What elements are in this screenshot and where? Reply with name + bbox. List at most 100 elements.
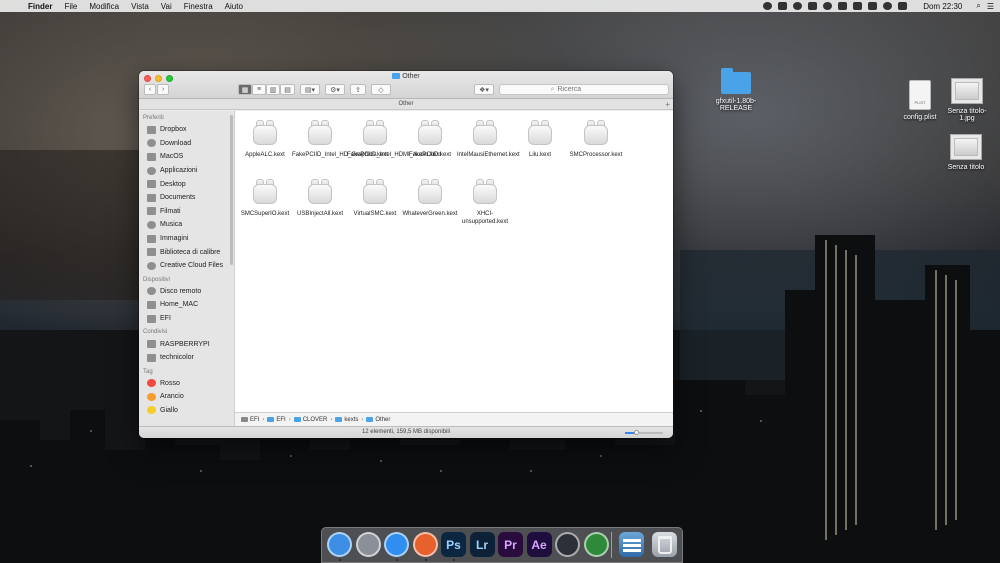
file-item[interactable]: FakePCIID.kext <box>402 119 458 159</box>
slider-knob[interactable] <box>634 430 640 435</box>
sidebar-item-applicazioni[interactable]: Applicazioni <box>139 164 234 178</box>
sidebar-item-technicolor[interactable]: technicolor <box>139 351 234 365</box>
sidebar-item-disco-remoto[interactable]: Disco remoto <box>139 285 234 299</box>
sidebar-item-desktop[interactable]: Desktop <box>139 177 234 191</box>
sidebar-item-tag-giallo[interactable]: Giallo <box>139 404 234 418</box>
forward-button[interactable]: › <box>157 84 169 95</box>
sidebar-item-raspberrypi[interactable]: RASPBERRYPI <box>139 337 234 351</box>
vpn-icon[interactable] <box>838 2 848 10</box>
davinci-resolve-icon[interactable] <box>555 532 580 557</box>
file-item[interactable]: SMCProcessor.kext <box>568 119 624 159</box>
premiere-icon[interactable]: Pr <box>498 532 523 557</box>
file-item[interactable]: Lilu.kext <box>512 119 568 159</box>
dropbox-icon[interactable] <box>808 2 818 10</box>
menu-finestra[interactable]: Finestra <box>184 2 213 11</box>
launchpad-icon[interactable] <box>355 532 381 557</box>
sidebar-item-macos[interactable]: MacOS <box>139 150 234 164</box>
wifi-icon[interactable] <box>883 2 893 10</box>
path-crumb-kexts[interactable]: kexts <box>335 417 358 423</box>
sidebar-item-dropbox[interactable]: Dropbox <box>139 123 234 137</box>
tag-yellow-icon <box>147 406 156 415</box>
desktop-file-senza-titolo-1[interactable]: Senza titolo-1.jpg <box>940 78 994 122</box>
desktop-icon-label: Senza titolo-1.jpg <box>947 108 987 122</box>
action-gear-button[interactable]: ⚙▾ <box>325 84 345 95</box>
icon-view-button[interactable]: ▦ <box>238 84 252 95</box>
file-item[interactable]: FakePCIID_Intel_HDMI_Audio.kext <box>347 119 441 159</box>
sidebar-item-filmati[interactable]: Filmati <box>139 205 234 219</box>
desktop-file-senza-titolo[interactable]: Senza titolo <box>942 134 990 171</box>
icon-size-slider[interactable] <box>625 430 663 435</box>
file-grid: AppleALC.kext FakePCIID_Intel_HD_Graphic… <box>235 111 673 412</box>
tag-button[interactable]: ◇ <box>371 84 391 95</box>
sidebar-item-home-mac[interactable]: Home_MAC <box>139 298 234 312</box>
safari-icon[interactable] <box>384 532 409 557</box>
keyboard-icon[interactable] <box>853 2 863 10</box>
file-item[interactable]: WhateverGreen.kext <box>402 178 458 218</box>
file-item[interactable]: VirtualSMC.kext <box>347 178 403 218</box>
group-by-button[interactable]: ▤▾ <box>300 84 320 95</box>
new-tab-button[interactable]: + <box>665 99 670 110</box>
sidebar-item-calibre[interactable]: Biblioteca di calibre <box>139 245 234 259</box>
sidebar-item-immagini[interactable]: Immagini <box>139 232 234 246</box>
kext-bundle-icon <box>470 178 500 204</box>
list-view-button[interactable]: ≡ <box>252 84 266 95</box>
time-machine-icon[interactable] <box>823 2 833 10</box>
app-green-icon[interactable] <box>583 532 609 557</box>
lightroom-icon[interactable]: Lr <box>469 532 495 557</box>
after-effects-icon[interactable]: Ae <box>526 532 552 557</box>
applications-icon <box>147 166 156 175</box>
sidebar-item-creative-cloud[interactable]: Creative Cloud Files <box>139 259 234 273</box>
finder-icon[interactable] <box>327 532 352 557</box>
back-button[interactable]: ‹ <box>144 84 156 95</box>
sidebar-item-download[interactable]: Download <box>139 137 234 151</box>
tab-other[interactable]: Other <box>398 101 413 107</box>
firefox-icon[interactable] <box>412 532 438 557</box>
file-item[interactable]: SMCSuperIO.kext <box>237 178 293 218</box>
desktop-folder-gfxutil[interactable]: gfxutil-1.80b-RELEASE <box>708 68 764 112</box>
menu-vai[interactable]: Vai <box>161 2 172 11</box>
downloads-stack-icon[interactable] <box>619 532 644 557</box>
menu-aiuto[interactable]: Aiuto <box>225 2 243 11</box>
kext-bundle-icon <box>525 119 555 145</box>
creative-cloud-icon[interactable] <box>793 2 803 10</box>
battery-icon[interactable] <box>778 2 788 10</box>
chevron-right-icon: › <box>262 416 265 423</box>
path-crumb-other[interactable]: Other <box>366 417 390 423</box>
sidebar-scrollbar[interactable] <box>230 115 233 265</box>
sidebar-item-tag-arancio[interactable]: Arancio <box>139 390 234 404</box>
path-crumb-efi-folder[interactable]: EFI <box>267 417 286 423</box>
sidebar-item-documents[interactable]: Documents <box>139 191 234 205</box>
file-item[interactable]: FakePCIID_Intel_HD_Graphics.kext <box>292 119 388 159</box>
path-crumb-clover[interactable]: CLOVER <box>293 417 327 423</box>
file-item[interactable]: IntelMausiEthernet.kext <box>457 119 520 159</box>
file-item[interactable]: USBInjectAll.kext <box>292 178 348 218</box>
path-crumb-efi-disk[interactable]: EFI <box>241 417 259 423</box>
kext-bundle-icon <box>415 119 445 145</box>
menu-app-finder[interactable]: Finder <box>28 2 52 11</box>
menu-modifica[interactable]: Modifica <box>89 2 119 11</box>
sidebar-item-musica[interactable]: Musica <box>139 218 234 232</box>
search-field[interactable]: ⌕ <box>499 84 669 95</box>
menu-clock[interactable]: Dom 22:30 <box>923 2 962 11</box>
volume-icon[interactable] <box>898 2 908 10</box>
airplay-icon[interactable] <box>868 2 878 10</box>
desktop-file-config-plist[interactable]: PLIST config.plist <box>896 80 944 121</box>
sidebar-item-efi[interactable]: EFI <box>139 312 234 326</box>
file-item[interactable]: XHCI-unsupported.kext <box>457 178 513 226</box>
dropbox-menu-button[interactable]: ❖▾ <box>474 84 494 95</box>
tag-orange-icon <box>147 392 156 401</box>
gallery-view-button[interactable]: ▤ <box>280 84 295 95</box>
file-item[interactable]: AppleALC.kext <box>237 119 293 159</box>
search-input[interactable] <box>557 86 618 93</box>
sidebar-item-tag-rosso[interactable]: Rosso <box>139 377 234 391</box>
menu-vista[interactable]: Vista <box>131 2 149 11</box>
photoshop-icon[interactable]: Ps <box>441 532 466 557</box>
notification-center-icon[interactable]: ☰ <box>987 2 994 11</box>
share-button[interactable]: ⇪ <box>350 84 366 95</box>
status-area: Dom 22:30 ⌕ ☰ <box>763 0 994 12</box>
trash-icon[interactable] <box>652 532 677 557</box>
column-view-button[interactable]: ▥ <box>266 84 280 95</box>
menu-file[interactable]: File <box>64 2 77 11</box>
spotlight-icon[interactable]: ⌕ <box>976 1 980 11</box>
status-app-icon[interactable] <box>763 2 773 10</box>
